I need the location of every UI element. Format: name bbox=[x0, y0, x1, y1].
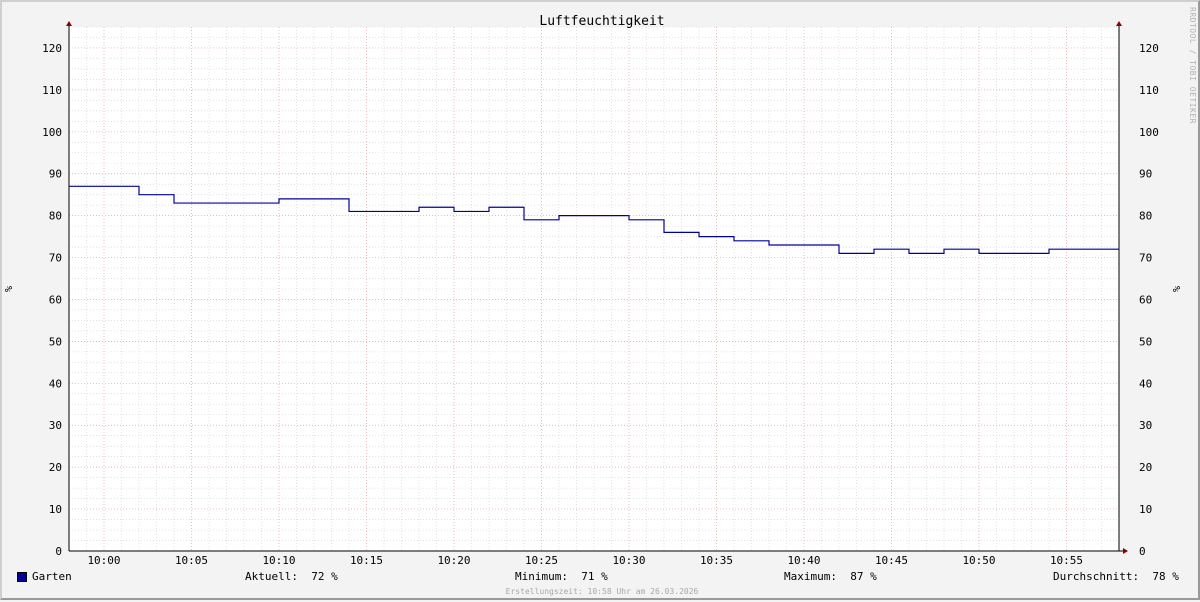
y-tick-label-right: 30 bbox=[1139, 419, 1152, 432]
y-axis-arrow-right bbox=[1116, 21, 1122, 26]
y-tick-label-right: 110 bbox=[1139, 84, 1159, 97]
y-tick-label-left: 0 bbox=[55, 545, 62, 558]
y-tick-label-right: 50 bbox=[1139, 335, 1152, 348]
y-tick-label-right: 60 bbox=[1139, 293, 1152, 306]
y-tick-label-right: 90 bbox=[1139, 168, 1152, 181]
creation-time-footer: Erstellungszeit: 10:58 Uhr am 26.03.2026 bbox=[505, 587, 699, 596]
y-tick-label-left: 90 bbox=[49, 168, 62, 181]
y-axis-arrow-left bbox=[66, 21, 72, 26]
y-tick-label-left: 40 bbox=[49, 377, 62, 390]
y-tick-label-right: 80 bbox=[1139, 210, 1152, 223]
x-tick-label: 10:15 bbox=[350, 554, 383, 567]
chart-window: 0 0 10 10 20 20 30 30 40 40 50 50 60 60 70 70 80 80 90 90 10… bbox=[0, 0, 1200, 600]
y-tick-label-left: 70 bbox=[49, 252, 62, 265]
x-tick-label: 10:00 bbox=[87, 554, 120, 567]
y-tick-label-left: 20 bbox=[49, 461, 62, 474]
y-tick-label-right: 70 bbox=[1139, 252, 1152, 265]
y-tick-label-left: 30 bbox=[49, 419, 62, 432]
y-tick-label-right: 0 bbox=[1139, 545, 1146, 558]
y-axis-label-left: % bbox=[4, 286, 15, 292]
chart-title: Luftfeuchtigkeit bbox=[539, 14, 664, 29]
x-tick-label: 10:35 bbox=[700, 554, 733, 567]
x-tick-label: 10:45 bbox=[875, 554, 908, 567]
legend-current: Aktuell: 72 % bbox=[245, 570, 338, 583]
legend-average: Durchschnitt: 78 % bbox=[1053, 570, 1179, 583]
humidity-chart: 0 0 10 10 20 20 30 30 40 40 50 50 60 60 70 70 80 80 90 90 10… bbox=[4, 14, 1183, 567]
y-tick-label-left: 50 bbox=[49, 335, 62, 348]
y-tick-label-left: 60 bbox=[49, 293, 62, 306]
x-tick-label: 10:20 bbox=[437, 554, 470, 567]
y-tick-label-right: 120 bbox=[1139, 42, 1159, 55]
y-tick-label-right: 40 bbox=[1139, 377, 1152, 390]
y-tick-label-left: 110 bbox=[42, 84, 62, 97]
legend-series-name: Garten bbox=[32, 570, 72, 583]
x-tick-label: 10:55 bbox=[1050, 554, 1083, 567]
x-tick-label: 10:05 bbox=[175, 554, 208, 567]
x-axis-arrow bbox=[1123, 548, 1128, 554]
legend-maximum: Maximum: 87 % bbox=[784, 570, 877, 583]
x-tick-label: 10:10 bbox=[262, 554, 295, 567]
legend-swatch-garten bbox=[17, 572, 27, 582]
y-axis-label-right: % bbox=[1172, 286, 1183, 292]
x-tick-label: 10:25 bbox=[525, 554, 558, 567]
y-tick-label-left: 10 bbox=[49, 503, 62, 516]
rrdtool-watermark: RRDTOOL / TOBI OETIKER bbox=[1188, 7, 1197, 124]
y-tick-label-left: 80 bbox=[49, 210, 62, 223]
x-tick-label: 10:40 bbox=[787, 554, 820, 567]
y-tick-label-left: 120 bbox=[42, 42, 62, 55]
x-tick-label: 10:50 bbox=[962, 554, 995, 567]
y-tick-label-left: 100 bbox=[42, 126, 62, 139]
y-tick-label-right: 100 bbox=[1139, 126, 1159, 139]
legend-minimum: Minimum: 71 % bbox=[515, 570, 608, 583]
y-tick-label-right: 20 bbox=[1139, 461, 1152, 474]
y-tick-label-right: 10 bbox=[1139, 503, 1152, 516]
x-tick-label: 10:30 bbox=[612, 554, 645, 567]
